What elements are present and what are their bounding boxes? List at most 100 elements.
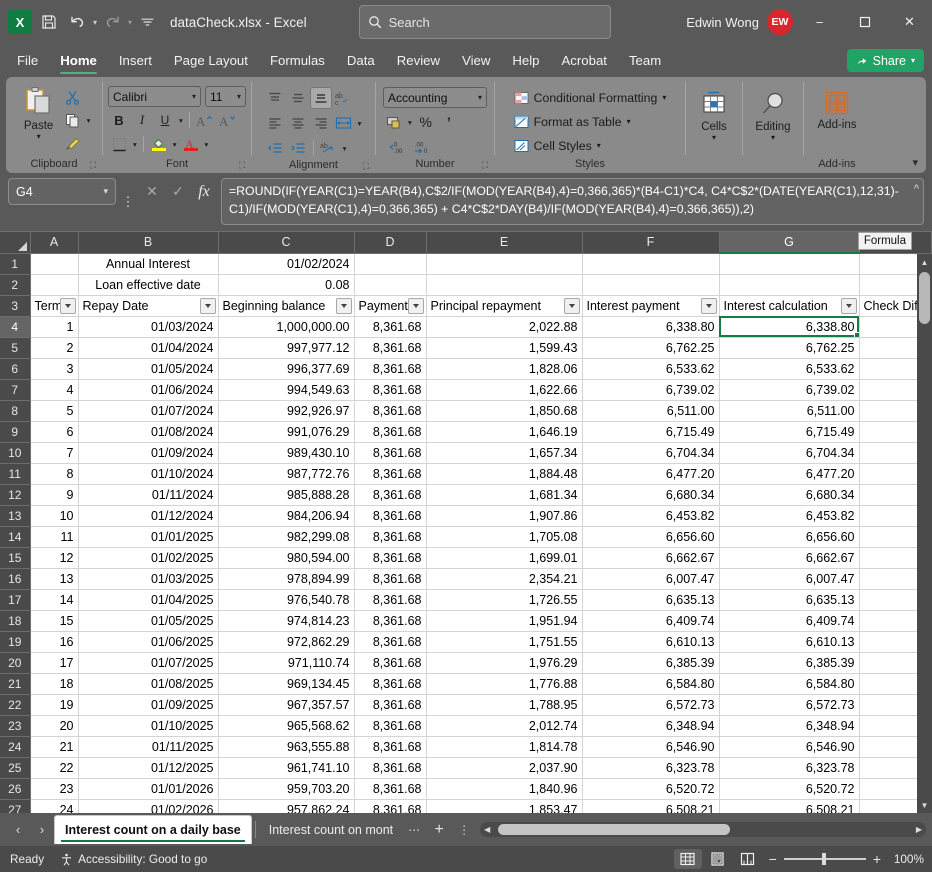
cell-e7[interactable]: 1,622.66 (426, 379, 582, 400)
expand-formula-bar-icon[interactable]: ^ (914, 182, 919, 198)
formula-input[interactable]: =ROUND(IF(YEAR(C1)=YEAR(B4),C$2/IF(MOD(Y… (221, 178, 924, 225)
cell-c22[interactable]: 967,357.57 (218, 694, 354, 715)
cancel-icon[interactable]: ✕ (140, 179, 164, 205)
cells-dropdown-icon[interactable]: ▾ (712, 134, 716, 142)
copy-dropdown-icon[interactable]: ▾ (85, 116, 93, 125)
cell-c5[interactable]: 997,977.12 (218, 337, 354, 358)
zoom-knob[interactable] (822, 853, 826, 865)
cell-d19[interactable]: 8,361.68 (354, 631, 426, 652)
column-header-c[interactable]: C (218, 232, 354, 253)
cell-c2[interactable]: 0.08 (218, 274, 354, 295)
select-all-corner[interactable] (0, 232, 30, 253)
tab-view[interactable]: View (451, 44, 501, 77)
page-break-view-icon[interactable] (734, 849, 762, 869)
header-repay-date[interactable]: Repay Date (78, 295, 218, 316)
cell-c7[interactable]: 994,549.63 (218, 379, 354, 400)
cell-c17[interactable]: 976,540.78 (218, 589, 354, 610)
cell-b11[interactable]: 01/10/2024 (78, 463, 218, 484)
cell-b14[interactable]: 01/01/2025 (78, 526, 218, 547)
cell-f1[interactable] (582, 253, 719, 274)
cell-d9[interactable]: 8,361.68 (354, 421, 426, 442)
cell-g19[interactable]: 6,610.13 (719, 631, 859, 652)
decrease-decimal-button[interactable]: .000 (412, 136, 440, 158)
cell-g10[interactable]: 6,704.34 (719, 442, 859, 463)
cell-c19[interactable]: 972,862.29 (218, 631, 354, 652)
cell-a14[interactable]: 11 (30, 526, 78, 547)
share-button[interactable]: Share ▾ (847, 49, 924, 72)
enter-icon[interactable]: ✓ (166, 179, 190, 205)
decrease-indent-button[interactable] (264, 137, 286, 159)
cell-e12[interactable]: 1,681.34 (426, 484, 582, 505)
cell-a11[interactable]: 8 (30, 463, 78, 484)
italic-button[interactable]: I (131, 109, 153, 131)
cell-d10[interactable]: 8,361.68 (354, 442, 426, 463)
cell-g5[interactable]: 6,762.25 (719, 337, 859, 358)
row-header-8[interactable]: 8 (0, 400, 30, 421)
cell-b24[interactable]: 01/11/2025 (78, 736, 218, 757)
cell-g12[interactable]: 6,680.34 (719, 484, 859, 505)
row-header-3[interactable]: 3 (0, 295, 30, 316)
cell-c1[interactable]: 01/02/2024 (218, 253, 354, 274)
row-header-16[interactable]: 16 (0, 568, 30, 589)
cell-a1[interactable] (30, 253, 78, 274)
cell-c8[interactable]: 992,926.97 (218, 400, 354, 421)
cell-g13[interactable]: 6,453.82 (719, 505, 859, 526)
center-button[interactable] (287, 112, 309, 134)
cell-f24[interactable]: 6,546.90 (582, 736, 719, 757)
zoom-track[interactable] (784, 858, 866, 860)
add-sheet-button[interactable]: + (426, 818, 452, 842)
font-color-dropdown-icon[interactable]: ▾ (203, 140, 211, 149)
cell-c12[interactable]: 985,888.28 (218, 484, 354, 505)
cell-b8[interactable]: 01/07/2024 (78, 400, 218, 421)
row-header-13[interactable]: 13 (0, 505, 30, 526)
cell-c23[interactable]: 965,568.62 (218, 715, 354, 736)
header-interest-payment[interactable]: Interest payment (582, 295, 719, 316)
top-align-button[interactable] (264, 87, 286, 109)
cell-b20[interactable]: 01/07/2025 (78, 652, 218, 673)
cell-a23[interactable]: 20 (30, 715, 78, 736)
cell-d12[interactable]: 8,361.68 (354, 484, 426, 505)
cell-d8[interactable]: 8,361.68 (354, 400, 426, 421)
next-sheet-icon[interactable]: › (30, 818, 54, 842)
cell-a20[interactable]: 17 (30, 652, 78, 673)
row-header-27[interactable]: 27 (0, 799, 30, 813)
cell-b22[interactable]: 01/09/2025 (78, 694, 218, 715)
cell-g20[interactable]: 6,385.39 (719, 652, 859, 673)
cell-a22[interactable]: 19 (30, 694, 78, 715)
cell-g23[interactable]: 6,348.94 (719, 715, 859, 736)
align-left-button[interactable] (264, 112, 286, 134)
cell-b17[interactable]: 01/04/2025 (78, 589, 218, 610)
cell-a17[interactable]: 14 (30, 589, 78, 610)
cell-b25[interactable]: 01/12/2025 (78, 757, 218, 778)
cell-e24[interactable]: 1,814.78 (426, 736, 582, 757)
orientation-button[interactable]: abc (333, 87, 355, 109)
cell-c4[interactable]: 1,000,000.00 (218, 316, 354, 337)
row-header-2[interactable]: 2 (0, 274, 30, 295)
column-header-d[interactable]: D (354, 232, 426, 253)
wrap-text-button[interactable] (333, 112, 355, 134)
vertical-scroll-thumb[interactable] (919, 272, 930, 324)
tab-formulas[interactable]: Formulas (259, 44, 336, 77)
cell-d2[interactable] (354, 274, 426, 295)
cell-b5[interactable]: 01/04/2024 (78, 337, 218, 358)
cell-a19[interactable]: 16 (30, 631, 78, 652)
cell-g1[interactable] (719, 253, 859, 274)
row-header-19[interactable]: 19 (0, 631, 30, 652)
cell-c13[interactable]: 984,206.94 (218, 505, 354, 526)
font-name-combo[interactable]: Calibri ▾ (108, 86, 201, 107)
cell-f7[interactable]: 6,739.02 (582, 379, 719, 400)
cell-d1[interactable] (354, 253, 426, 274)
horizontal-scrollbar[interactable]: ◀ ▶ (480, 822, 926, 837)
row-header-25[interactable]: 25 (0, 757, 30, 778)
header-term[interactable]: Term (30, 295, 78, 316)
cell-e17[interactable]: 1,726.55 (426, 589, 582, 610)
cell-a26[interactable]: 23 (30, 778, 78, 799)
cell-f20[interactable]: 6,385.39 (582, 652, 719, 673)
filter-button-term[interactable] (60, 298, 76, 314)
tab-data[interactable]: Data (336, 44, 386, 77)
cell-e20[interactable]: 1,976.29 (426, 652, 582, 673)
cell-f10[interactable]: 6,704.34 (582, 442, 719, 463)
cell-g17[interactable]: 6,635.13 (719, 589, 859, 610)
row-header-14[interactable]: 14 (0, 526, 30, 547)
cell-e25[interactable]: 2,037.90 (426, 757, 582, 778)
